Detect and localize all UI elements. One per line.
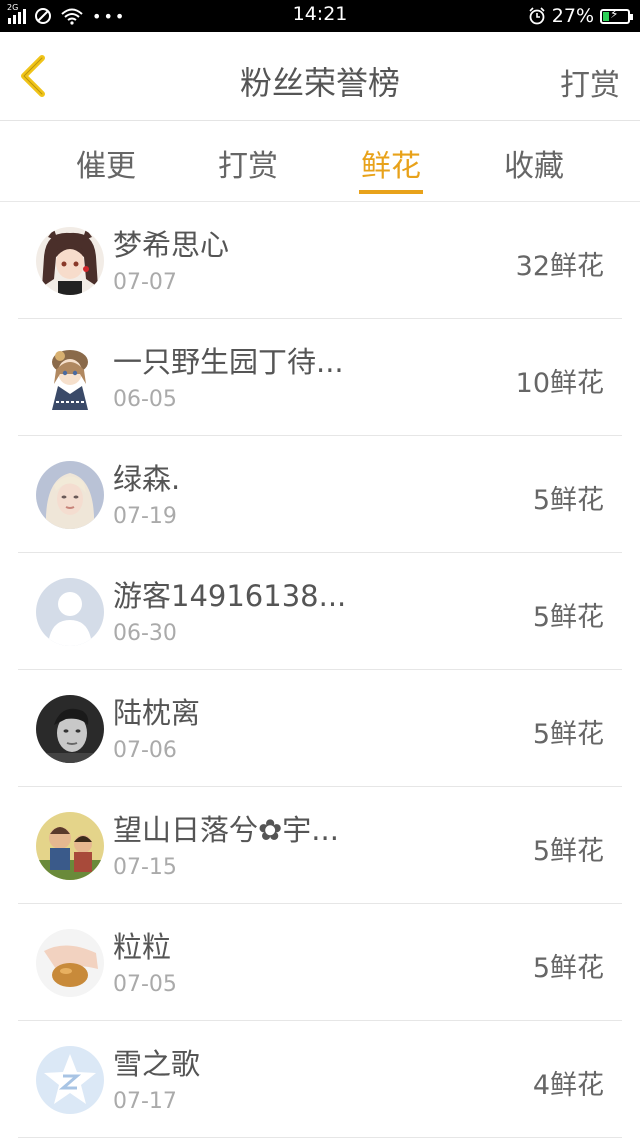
fan-date: 07-19 [113, 504, 177, 529]
avatar [36, 812, 104, 880]
tab-favorites[interactable]: 收藏 [484, 141, 584, 185]
list-item[interactable]: 一只野生园丁待... 06-05 10鲜花 [18, 319, 622, 436]
active-tab-indicator [359, 190, 423, 194]
fan-date: 06-05 [113, 387, 177, 412]
fan-date: 07-06 [113, 738, 177, 763]
flower-count: 5鲜花 [532, 602, 604, 633]
flower-count: 10鲜花 [515, 368, 604, 399]
battery-percent: 27% [551, 5, 594, 27]
fan-name: 绿森. [113, 462, 181, 496]
page-title: 粉丝荣誉榜 [239, 64, 400, 102]
avatar [36, 929, 104, 997]
avatar [36, 695, 104, 763]
fan-date: 06-30 [113, 621, 177, 646]
list-item[interactable]: 梦希思心 07-07 32鲜花 [18, 202, 622, 319]
avatar [36, 578, 104, 646]
flower-count: 5鲜花 [532, 953, 604, 984]
fan-name: 望山日落兮✿宇... [113, 813, 339, 847]
battery-icon: ⚡ [600, 6, 633, 24]
fan-name: 游客14916138... [113, 579, 347, 613]
flower-count: 5鲜花 [532, 719, 604, 750]
flower-count: 4鲜花 [532, 1070, 604, 1101]
flower-count: 5鲜花 [532, 485, 604, 516]
battery-level [603, 11, 609, 21]
avatar [36, 227, 104, 295]
fan-name: 雪之歌 [113, 1047, 201, 1081]
fan-date: 07-17 [113, 1089, 177, 1114]
flower-count: 5鲜花 [532, 836, 604, 867]
list-item[interactable]: 雪之歌 07-17 4鲜花 [18, 1021, 622, 1138]
nav-header: 粉丝荣誉榜 打赏 [0, 32, 640, 121]
list-item[interactable]: 望山日落兮✿宇... 07-15 5鲜花 [18, 787, 622, 904]
fan-date: 07-15 [113, 855, 177, 880]
fan-list: 梦希思心 07-07 32鲜花 一只野生园丁待... 06-05 10鲜花 绿森… [18, 202, 622, 1138]
alarm-icon [529, 7, 545, 25]
fan-name: 一只野生园丁待... [113, 345, 344, 379]
fan-date: 07-07 [113, 270, 177, 295]
fan-date: 07-05 [113, 972, 177, 997]
status-bar: 2G ••• 14:21 27% ⚡ [0, 0, 640, 32]
status-right: 27% ⚡ [528, 4, 633, 28]
list-item[interactable]: 粒粒 07-05 5鲜花 [18, 904, 622, 1021]
avatar [36, 1046, 104, 1114]
tab-flowers[interactable]: 鲜花 [341, 141, 441, 185]
fan-name: 梦希思心 [113, 228, 230, 262]
avatar [36, 461, 104, 529]
list-item[interactable]: 绿森. 07-19 5鲜花 [18, 436, 622, 553]
list-item[interactable]: 陆枕离 07-06 5鲜花 [18, 670, 622, 787]
charging-icon: ⚡ [610, 6, 619, 21]
fan-name: 陆枕离 [113, 696, 201, 730]
tab-reward[interactable]: 打赏 [198, 141, 298, 185]
avatar [36, 344, 104, 412]
list-item[interactable]: 游客14916138... 06-30 5鲜花 [18, 553, 622, 670]
tab-bar: 催更 打赏 鲜花 收藏 [0, 121, 640, 202]
reward-button[interactable]: 打赏 [560, 60, 620, 104]
fan-name: 粒粒 [113, 930, 172, 964]
tab-urge[interactable]: 催更 [56, 141, 156, 185]
flower-count: 32鲜花 [515, 251, 604, 282]
